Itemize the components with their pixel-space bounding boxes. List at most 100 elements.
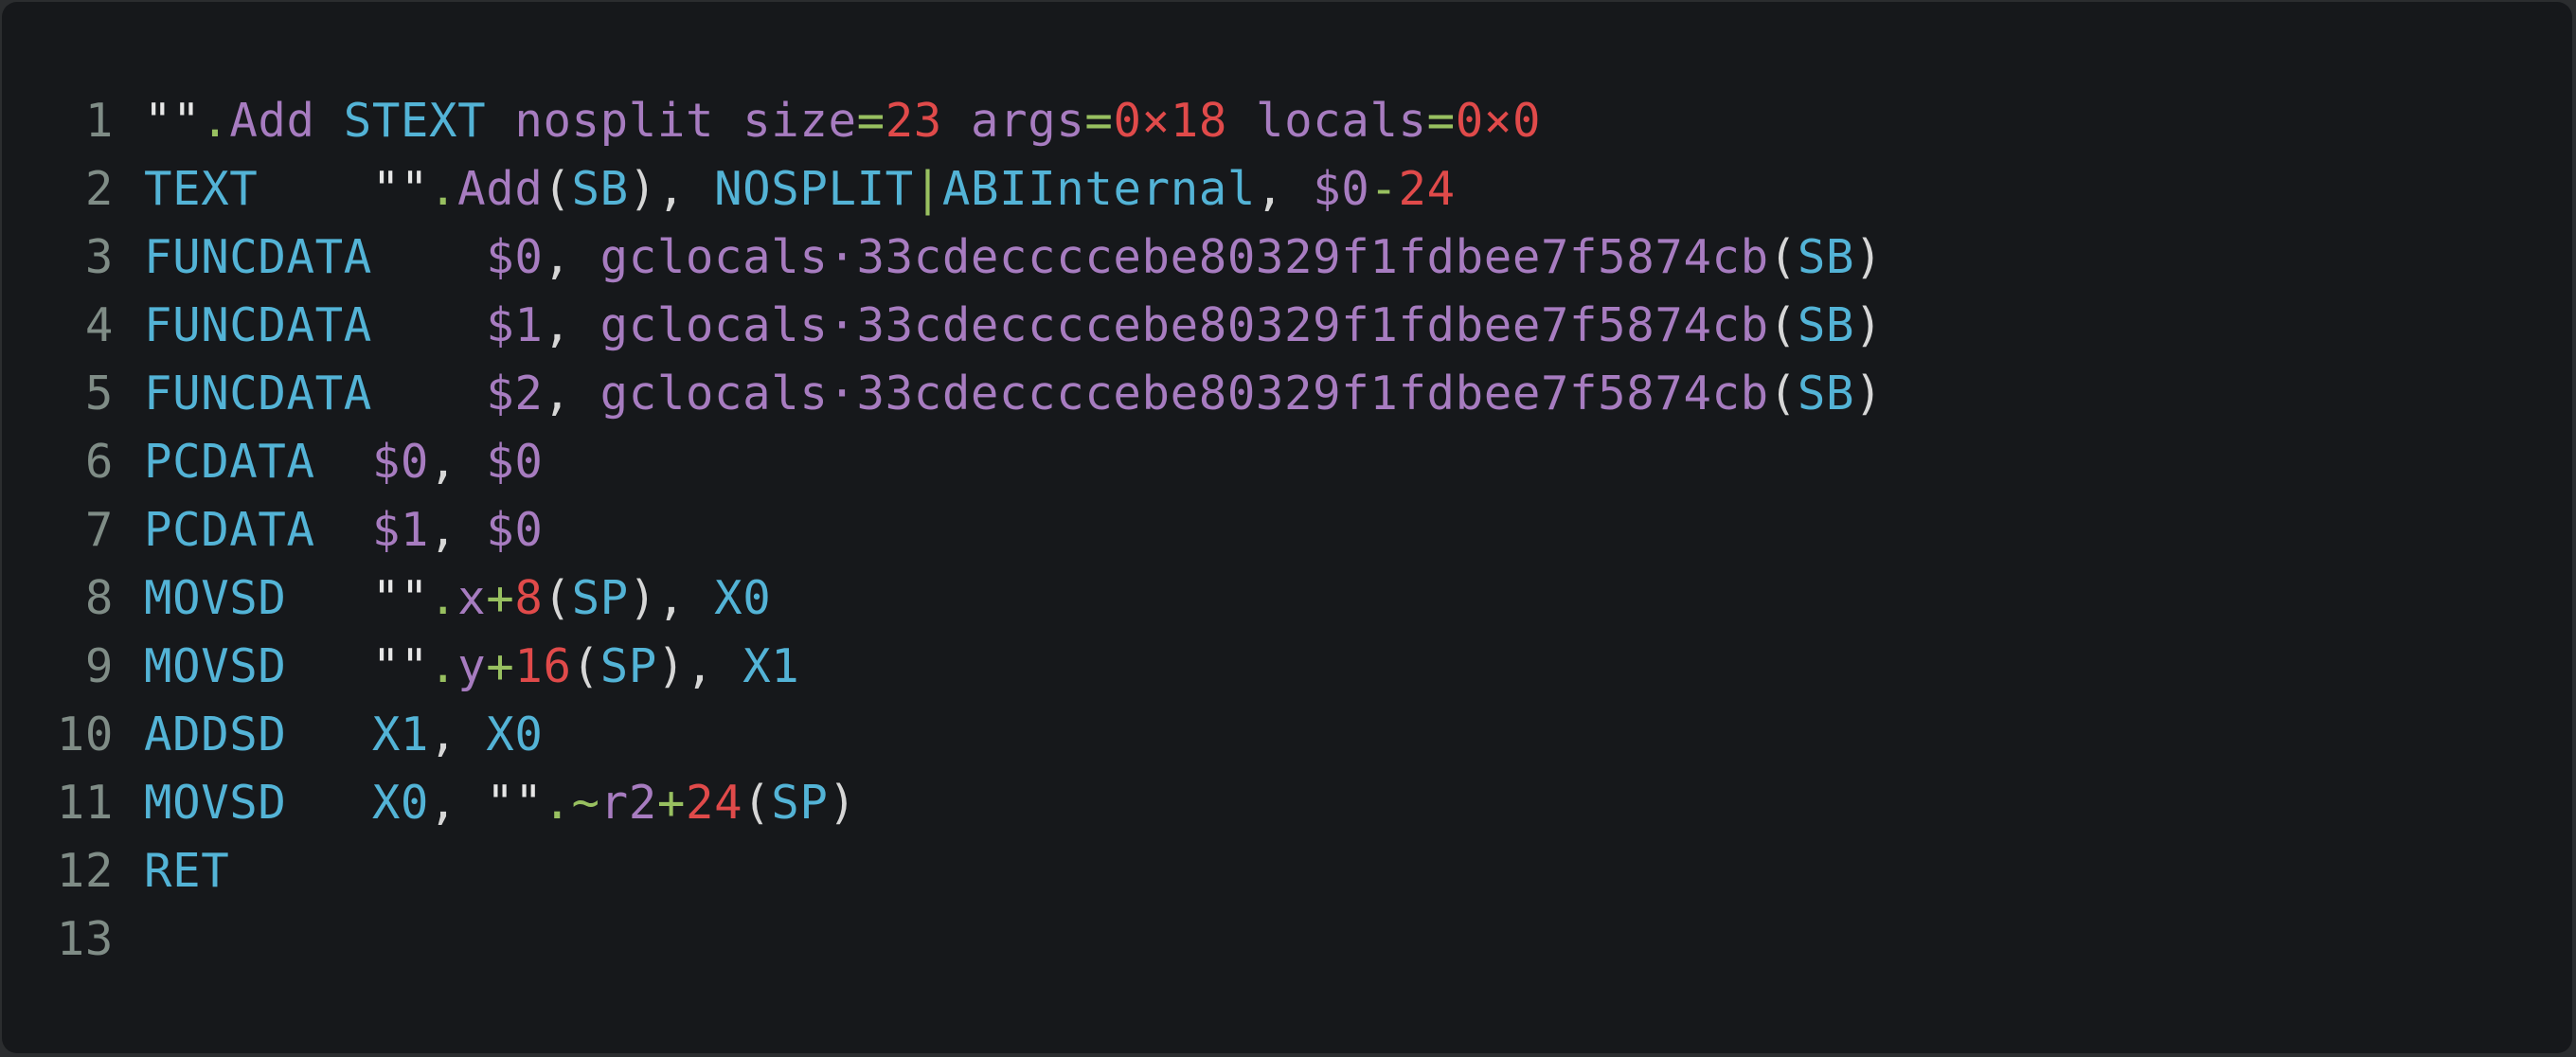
code-token: , — [543, 367, 600, 421]
line-number: 5 — [84, 367, 114, 421]
code-token: $0 — [486, 230, 544, 284]
code-line[interactable]: 1 "".Add STEXT nosplit size=23 args=0×18 … — [2, 87, 1883, 155]
code-editor[interactable]: 1 "".Add STEXT nosplit size=23 args=0×18 … — [2, 2, 2572, 1053]
line-content: FUNCDATA $2, gclocals·33cdeccccebe80329f… — [144, 360, 1883, 428]
code-token: $1 — [371, 503, 430, 557]
code-token: ( — [543, 571, 572, 625]
code-token: "" — [486, 776, 544, 830]
code-token: , — [685, 639, 743, 693]
code-line[interactable]: 11 MOVSD X0, "".~r2+24(SP) — [2, 769, 1883, 837]
line-number: 6 — [84, 435, 114, 489]
code-line[interactable]: 5 FUNCDATA $2, gclocals·33cdeccccebe80329… — [2, 360, 1883, 428]
code-token: ( — [1768, 367, 1798, 421]
code-line[interactable]: 7 PCDATA $1, $0 — [2, 496, 1883, 564]
code-line[interactable]: 4 FUNCDATA $1, gclocals·33cdeccccebe80329… — [2, 292, 1883, 360]
code-token: | — [913, 162, 942, 216]
line-number: 12 — [56, 844, 114, 898]
code-token: nosplit — [514, 94, 715, 148]
line-content: MOVSD "".y+16(SP), X1 — [144, 633, 799, 701]
code-token: "" — [371, 571, 430, 625]
code-token: = — [856, 94, 886, 148]
code-token: x — [457, 571, 487, 625]
code-line[interactable]: 12 RET — [2, 837, 1883, 905]
code-token: TEXT — [144, 162, 259, 216]
code-token: ) — [828, 776, 857, 830]
line-number: 4 — [84, 298, 114, 352]
code-token: ( — [571, 639, 600, 693]
code-token: X0 — [714, 571, 772, 625]
code-token: SB — [1797, 367, 1855, 421]
code-token: NOSPLIT — [714, 162, 914, 216]
code-line[interactable]: 9 MOVSD "".y+16(SP), X1 — [2, 633, 1883, 701]
code-line[interactable]: 8 MOVSD "".x+8(SP), X0 — [2, 564, 1883, 633]
code-token: SB — [571, 162, 629, 216]
code-token: 24 — [685, 776, 743, 830]
code-token: FUNCDATA — [144, 298, 372, 352]
code-token: , — [429, 708, 487, 761]
code-token: $0 — [1313, 162, 1370, 216]
code-token: MOVSD — [144, 776, 287, 830]
line-number: 13 — [56, 912, 114, 966]
code-token: 16 — [514, 639, 572, 693]
code-token: "" — [144, 94, 202, 148]
code-token: SP — [599, 639, 657, 693]
code-token: ) — [628, 571, 657, 625]
code-token: . — [429, 571, 458, 625]
code-token: MOVSD — [144, 571, 287, 625]
code-token: size — [742, 94, 857, 148]
line-content: PCDATA $1, $0 — [144, 496, 543, 564]
code-line[interactable]: 6 PCDATA $0, $0 — [2, 428, 1883, 496]
code-token: , — [656, 571, 715, 625]
code-token: 8 — [514, 571, 544, 625]
code-token: Add — [457, 162, 544, 216]
code-token: ) — [656, 639, 686, 693]
code-token: . — [429, 639, 458, 693]
line-content: "".Add STEXT nosplit size=23 args=0×18 l… — [144, 87, 1541, 155]
code-line[interactable]: 10 ADDSD X1, X0 — [2, 701, 1883, 769]
code-token: SP — [571, 571, 629, 625]
code-line[interactable]: 3 FUNCDATA $0, gclocals·33cdeccccebe80329… — [2, 224, 1883, 292]
line-content: MOVSD X0, "".~r2+24(SP) — [144, 769, 857, 837]
line-number: 9 — [84, 639, 114, 693]
code-line[interactable]: 13 — [2, 905, 1883, 974]
code-token: MOVSD — [144, 639, 287, 693]
code-token: ABIInternal — [941, 162, 1256, 216]
code-token: ) — [1854, 298, 1884, 352]
code-token: X0 — [486, 708, 544, 761]
line-content: FUNCDATA $1, gclocals·33cdeccccebe80329f… — [144, 292, 1883, 360]
code-token: ~ — [571, 776, 600, 830]
line-content: FUNCDATA $0, gclocals·33cdeccccebe80329f… — [144, 224, 1883, 292]
code-block[interactable]: 1 "".Add STEXT nosplit size=23 args=0×18 … — [2, 87, 1883, 974]
code-token: $2 — [486, 367, 544, 421]
line-number: 11 — [56, 776, 114, 830]
code-token: , — [429, 776, 487, 830]
code-token: ( — [543, 162, 572, 216]
code-token: 24 — [1398, 162, 1456, 216]
code-token: + — [656, 776, 686, 830]
code-token: ( — [742, 776, 772, 830]
code-token: , — [429, 435, 487, 489]
code-token: X0 — [371, 776, 430, 830]
code-token: args — [971, 94, 1085, 148]
code-token: , — [543, 298, 600, 352]
code-line[interactable]: 2 TEXT "".Add(SB), NOSPLIT|ABIInternal, $… — [2, 155, 1883, 224]
code-token: STEXT — [343, 94, 487, 148]
code-token: 0×18 — [1113, 94, 1227, 148]
code-token: $0 — [486, 503, 544, 557]
code-token: SP — [771, 776, 829, 830]
code-token: $0 — [371, 435, 430, 489]
line-number: 3 — [84, 230, 114, 284]
code-token: = — [1084, 94, 1114, 148]
